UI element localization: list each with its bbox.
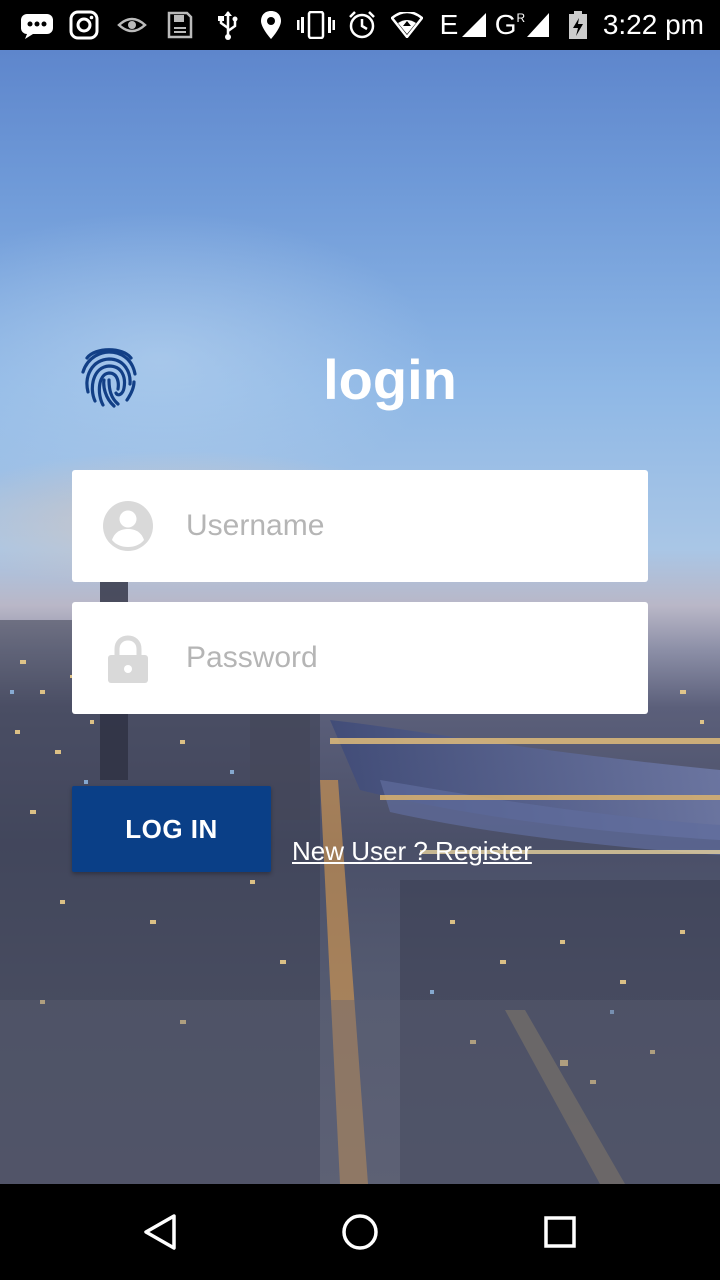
- home-button[interactable]: [336, 1208, 384, 1256]
- username-input[interactable]: [186, 500, 616, 552]
- fingerprint-icon[interactable]: [80, 344, 138, 408]
- password-input[interactable]: [186, 632, 616, 684]
- home-circle-icon: [342, 1214, 378, 1250]
- status-time: 3:22 pm: [602, 9, 704, 40]
- header-row: login: [72, 340, 648, 430]
- lock-icon: [108, 635, 148, 683]
- messages-icon: [18, 10, 56, 40]
- back-button[interactable]: [136, 1208, 184, 1256]
- location-icon: [258, 10, 284, 40]
- network-e-label: E: [439, 9, 459, 40]
- password-field[interactable]: [72, 602, 648, 714]
- alarm-icon: [346, 10, 378, 40]
- signal-g-icon: G R: [494, 9, 552, 40]
- login-button[interactable]: LOG IN: [72, 786, 271, 872]
- navigation-bar: [0, 1184, 720, 1280]
- vibrate-icon: [296, 10, 336, 40]
- network-g-label: G: [494, 9, 517, 40]
- wifi-icon: [390, 10, 424, 40]
- user-avatar-icon: [103, 501, 153, 551]
- page-title: login: [323, 348, 457, 411]
- recents-button[interactable]: [536, 1208, 584, 1256]
- eye-icon: [116, 10, 148, 40]
- back-triangle-icon: [144, 1214, 176, 1250]
- status-bar: E G R 3:22 pm: [0, 0, 720, 50]
- username-field[interactable]: [72, 470, 648, 582]
- save-icon: [166, 10, 194, 40]
- instagram-icon: [68, 10, 100, 40]
- recents-square-icon: [544, 1216, 576, 1248]
- register-link[interactable]: New User ? Register: [292, 836, 532, 867]
- login-screen: login LOG IN New User ? Register: [0, 50, 720, 1184]
- battery-charging-icon: [566, 10, 590, 40]
- usb-icon: [214, 10, 242, 40]
- signal-e-icon: E: [436, 9, 492, 40]
